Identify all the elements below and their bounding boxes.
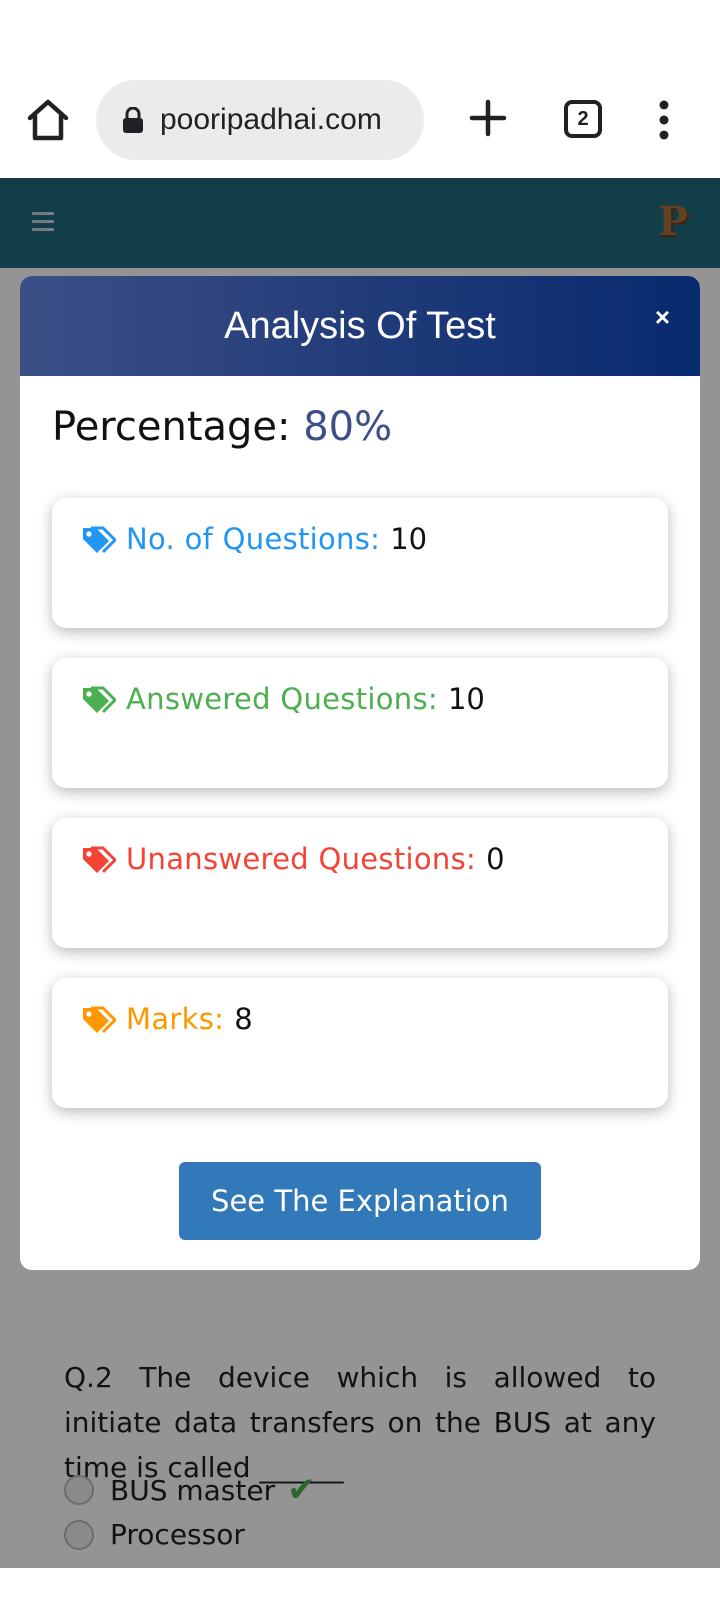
stat-label: Answered Questions: [126, 682, 438, 716]
stat-label: No. of Questions: [126, 522, 381, 556]
stat-value: 8 [234, 1002, 253, 1036]
browser-toolbar: pooripadhai.com 2 [0, 70, 720, 178]
percentage-value: 80% [303, 404, 393, 450]
tag-icon [83, 1006, 116, 1034]
status-bar [0, 0, 720, 70]
stat-value: 10 [447, 682, 485, 716]
stat-card-unanswered: Unanswered Questions: 0 [52, 818, 668, 948]
percentage-row: Percentage: 80% [52, 404, 392, 450]
tab-switcher-button[interactable]: 2 [564, 100, 602, 138]
tag-icon [83, 526, 116, 554]
analysis-modal: Analysis Of Test × Percentage: 80% No. o… [20, 276, 700, 1270]
more-menu-icon[interactable] [652, 100, 676, 140]
stat-card-questions: No. of Questions: 10 [52, 498, 668, 628]
tag-icon [83, 846, 116, 874]
see-explanation-button[interactable]: See The Explanation [179, 1162, 541, 1240]
tag-icon [83, 686, 116, 714]
lock-icon [123, 107, 143, 133]
stat-card-answered: Answered Questions: 10 [52, 658, 668, 788]
address-bar[interactable]: pooripadhai.com [96, 80, 424, 160]
stat-value: 0 [486, 842, 505, 876]
stat-label: Marks: [126, 1002, 225, 1036]
url-text: pooripadhai.com [160, 103, 382, 136]
home-icon[interactable] [24, 96, 72, 144]
stat-card-marks: Marks: 8 [52, 978, 668, 1108]
bottom-bar [0, 1568, 720, 1600]
close-button[interactable]: × [655, 302, 670, 333]
new-tab-icon[interactable] [466, 96, 510, 140]
stat-value: 10 [390, 522, 428, 556]
tab-count: 2 [577, 107, 589, 130]
percentage-label: Percentage: [52, 404, 291, 450]
stat-label: Unanswered Questions: [126, 842, 477, 876]
modal-header: Analysis Of Test × [20, 276, 700, 376]
modal-title: Analysis Of Test [224, 304, 496, 347]
